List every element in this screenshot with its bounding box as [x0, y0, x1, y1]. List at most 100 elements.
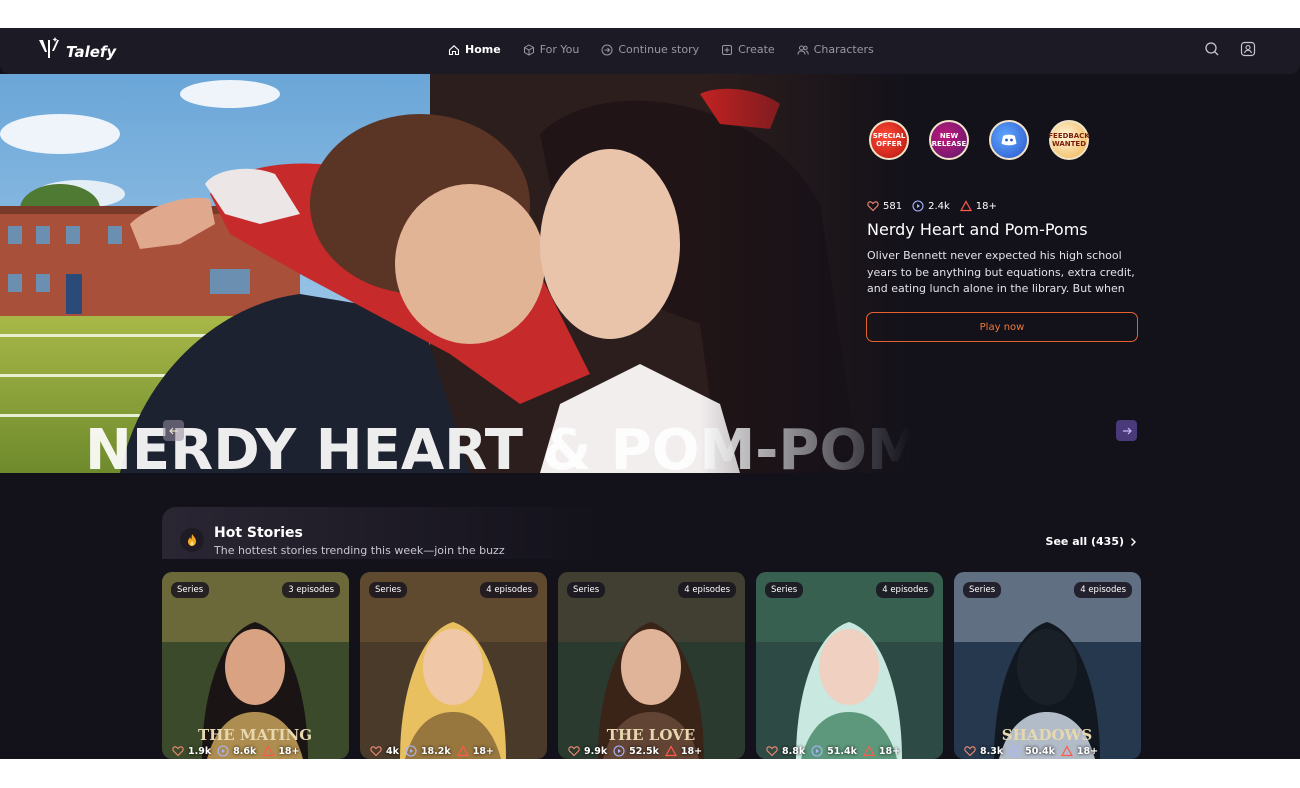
profile-icon[interactable] [1240, 41, 1256, 57]
card-likes-value: 8.8k [782, 745, 806, 757]
nav-characters-label: Characters [813, 43, 874, 56]
carousel-prev-button[interactable] [163, 420, 184, 441]
card-likes: 9.9k [568, 745, 607, 757]
hero-plays-value: 2.4k [928, 200, 950, 212]
card-plays-value: 8.6k [233, 745, 257, 757]
hot-stories-list: THE MATING Series 3 episodes 1.9k 8.6k 18+ Ser… [162, 572, 1141, 759]
card-likes: 8.3k [964, 745, 1003, 757]
warning-triangle-icon [1060, 745, 1073, 757]
card-rating: 18+ [1060, 745, 1099, 757]
section-subtitle: The hottest stories trending this week—j… [214, 544, 505, 557]
card-plays: 8.6k [217, 745, 256, 757]
story-cover-art [360, 572, 547, 759]
nav-for-you[interactable]: For You [523, 43, 579, 56]
cover-title: THE MATING [198, 726, 312, 744]
search-icon[interactable] [1204, 41, 1220, 57]
warning-triangle-icon [959, 200, 972, 212]
heart-icon [568, 746, 580, 757]
see-all-label: See all (435) [1045, 535, 1124, 548]
play-circle-icon [217, 745, 229, 757]
card-plays-value: 52.5k [629, 745, 659, 757]
card-rating-value: 18+ [278, 745, 300, 757]
home-icon [448, 44, 460, 55]
top-navbar: Talefy Home For You Continue story Creat… [0, 28, 1300, 74]
plus-square-icon [722, 44, 733, 55]
nav-characters[interactable]: Characters [797, 43, 874, 56]
fire-icon [188, 534, 196, 546]
nav-home[interactable]: Home [448, 43, 501, 56]
story-card[interactable]: Series 4 episodes 8.8k 51.4k 18+ [756, 572, 943, 759]
cover-title: THE LOVE [607, 726, 695, 744]
heart-icon [867, 201, 879, 212]
story-card[interactable]: Series 4 episodes 4k 18.2k 18+ [360, 572, 547, 759]
feedback-wanted-badge[interactable]: FEEDBACK WANTED [1048, 120, 1090, 160]
story-cover-art: THE MATING [162, 572, 349, 759]
nav-create-label: Create [738, 43, 775, 56]
nav-home-label: Home [465, 43, 501, 56]
chevron-right-icon [1131, 537, 1136, 546]
card-stats: 8.8k 51.4k 18+ [766, 745, 900, 757]
episodes-tag: 4 episodes [678, 582, 736, 598]
hero-description: Oliver Bennett never expected his high s… [867, 249, 1135, 295]
card-likes-value: 8.3k [980, 745, 1004, 757]
series-tag: Series [171, 582, 210, 598]
card-rating-value: 18+ [1076, 745, 1099, 757]
story-cover-art: SHADOWS [954, 572, 1141, 759]
hero-stats: 581 2.4k 18+ [867, 200, 997, 212]
warning-triangle-icon [664, 745, 677, 757]
hero-badges: SPECIAL OFFER NEW RELEASE FEEDBACK WANTE… [869, 120, 1090, 160]
play-circle-icon [405, 745, 417, 757]
card-plays: 18.2k [405, 745, 451, 757]
card-likes: 1.9k [172, 745, 211, 757]
play-now-button[interactable]: Play now [866, 312, 1138, 342]
series-tag: Series [567, 582, 606, 598]
card-likes: 8.8k [766, 745, 805, 757]
cover-title: SHADOWS [1002, 726, 1092, 744]
heart-icon [964, 746, 976, 757]
hero-rating: 18+ [959, 200, 997, 212]
warning-triangle-icon [262, 745, 275, 757]
story-card[interactable]: THE MATING Series 3 episodes 1.9k 8.6k 18+ [162, 572, 349, 759]
logo[interactable]: Talefy [36, 36, 116, 62]
card-stats: 4k 18.2k 18+ [370, 745, 494, 757]
discord-badge[interactable] [989, 120, 1029, 160]
app-viewport: Talefy Home For You Continue story Creat… [0, 28, 1300, 759]
hero-plays: 2.4k [912, 200, 950, 212]
play-circle-icon [811, 745, 823, 757]
card-likes: 4k [370, 745, 399, 757]
story-card[interactable]: THE LOVE Series 4 episodes 9.9k 52.5k 18+ [558, 572, 745, 759]
episodes-tag: 4 episodes [876, 582, 934, 598]
play-circle-icon [912, 200, 924, 212]
card-rating: 18+ [456, 745, 494, 757]
episodes-tag: 3 episodes [282, 582, 340, 598]
play-circle-icon [613, 745, 625, 757]
cube-icon [523, 43, 534, 56]
arrow-circle-icon [601, 44, 613, 55]
card-rating-value: 18+ [878, 745, 901, 757]
carousel-next-button[interactable] [1116, 420, 1137, 441]
logo-text: Talefy [66, 43, 117, 61]
episodes-tag: 4 episodes [1074, 582, 1132, 598]
card-rating: 18+ [664, 745, 703, 757]
card-rating: 18+ [862, 745, 901, 757]
special-offer-badge[interactable]: SPECIAL OFFER [869, 120, 909, 160]
section-title: Hot Stories [214, 525, 303, 541]
heart-icon [172, 746, 184, 757]
nav-create[interactable]: Create [721, 43, 775, 56]
story-card[interactable]: SHADOWS Series 4 episodes 8.3k 50.4k 18+ [954, 572, 1141, 759]
play-circle-icon [1009, 745, 1021, 757]
series-tag: Series [369, 582, 408, 598]
new-release-badge[interactable]: NEW RELEASE [929, 120, 969, 160]
hero-rating-value: 18+ [975, 200, 997, 212]
card-plays: 50.4k [1009, 745, 1055, 757]
warning-triangle-icon [456, 745, 469, 757]
see-all-link[interactable]: See all (435) [1046, 535, 1138, 548]
nav-continue-story[interactable]: Continue story [601, 43, 699, 56]
hero-title: Nerdy Heart and Pom-Poms [867, 220, 1088, 239]
card-rating-value: 18+ [680, 745, 703, 757]
discord-icon [1001, 134, 1017, 146]
hero-banner: NERDY HEART & POM-POMS SPECIAL OFFER NEW… [0, 74, 1300, 473]
users-icon [797, 45, 809, 55]
series-tag: Series [765, 582, 804, 598]
nav-links: Home For You Continue story Create Chara… [448, 43, 874, 56]
